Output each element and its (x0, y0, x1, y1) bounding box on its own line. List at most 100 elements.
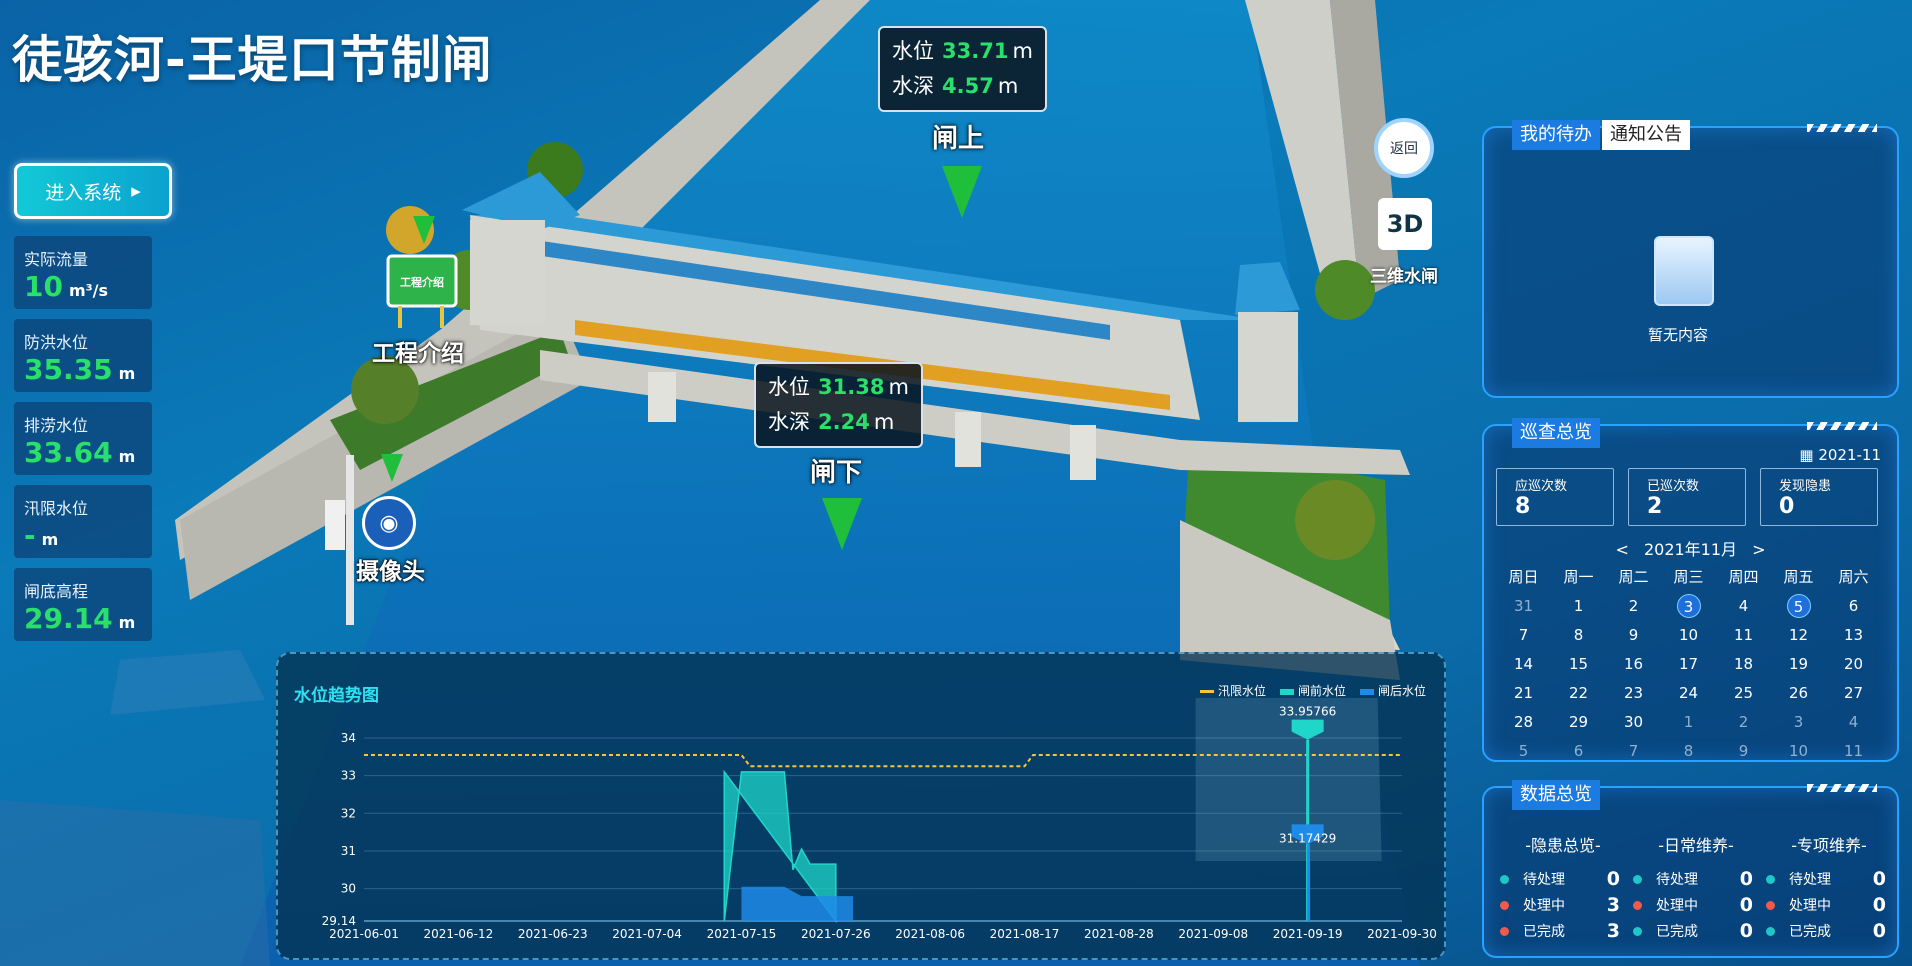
row-count: 3 (1606, 920, 1620, 942)
day-number: 5 (1786, 593, 1811, 618)
calendar-day[interactable]: 3 (1771, 707, 1826, 736)
overview-row[interactable]: 已完成 3 (1500, 918, 1626, 944)
calendar-day[interactable]: 5 (1771, 591, 1826, 620)
stat-actual-flow: 实际流量 10 m³/s (14, 236, 152, 309)
calendar-day[interactable]: 10 (1661, 620, 1716, 649)
calendar-day[interactable]: 8 (1661, 736, 1716, 765)
row-label: 已完成 (1523, 924, 1565, 940)
enter-system-button[interactable]: 进入系统 ▸ (14, 163, 172, 219)
overview-row[interactable]: 待处理 0 (1766, 866, 1892, 892)
day-number: 9 (1628, 625, 1639, 644)
return-button[interactable]: 返回 (1374, 118, 1434, 178)
calendar-day[interactable]: 3 (1661, 591, 1716, 620)
calendar-day[interactable]: 29 (1551, 707, 1606, 736)
calendar-day[interactable]: 6 (1551, 736, 1606, 765)
intro-marker-icon[interactable] (413, 216, 435, 244)
camera-icon[interactable]: ◉ (362, 496, 416, 550)
calendar-day[interactable]: 19 (1771, 649, 1826, 678)
calendar-day[interactable]: 9 (1716, 736, 1771, 765)
overview-row[interactable]: 已完成 0 (1633, 918, 1759, 944)
water-trend-panel: 水位趋势图 汛限水位 闸前水位 闸后水位 34 33 32 31 30 29.14 2021… (276, 652, 1446, 960)
overview-row[interactable]: 待处理 0 (1500, 866, 1626, 892)
calendar-day[interactable]: 27 (1826, 678, 1881, 707)
calendar-day[interactable]: 16 (1606, 649, 1661, 678)
day-number: 15 (1568, 654, 1589, 673)
x-tick-label: 2021-06-12 (423, 927, 493, 941)
month-picker[interactable]: ▦ 2021-11 (1799, 446, 1881, 464)
calendar-day[interactable]: 2 (1606, 591, 1661, 620)
calendar-day[interactable]: 28 (1496, 707, 1551, 736)
calendar-day[interactable]: 7 (1496, 620, 1551, 649)
gate-up-label: 闸上 (932, 124, 985, 154)
overview-row[interactable]: 处理中 0 (1766, 892, 1892, 918)
calendar-day[interactable]: 20 (1826, 649, 1881, 678)
calendar-day[interactable]: 21 (1496, 678, 1551, 707)
day-number: 6 (1573, 741, 1584, 760)
day-number: 31 (1513, 596, 1534, 615)
weekday-row: 周日 周一 周二 周三 周四 周五 周六 (1496, 562, 1881, 591)
stat-unit: m (118, 447, 136, 466)
calendar-day[interactable]: 12 (1771, 620, 1826, 649)
tab-notices[interactable]: 通知公告 (1602, 120, 1690, 150)
calendar-day[interactable]: 14 (1496, 649, 1551, 678)
calendar-day[interactable]: 6 (1826, 591, 1881, 620)
row-count: 0 (1739, 894, 1753, 916)
gate-up-marker-icon[interactable] (942, 166, 982, 218)
camera-marker-icon[interactable] (381, 454, 403, 482)
day-number: 11 (1843, 741, 1864, 760)
calendar-day[interactable]: 24 (1661, 678, 1716, 707)
calendar-day[interactable]: 1 (1661, 707, 1716, 736)
group-title: -日常维养- (1658, 836, 1734, 855)
three-d-icon[interactable]: 3D (1378, 198, 1432, 250)
three-d-label[interactable]: 三维水闸 (1370, 262, 1438, 287)
day-number: 4 (1848, 712, 1859, 731)
group-title: -专项维养- (1791, 836, 1867, 855)
calendar-day[interactable]: 11 (1716, 620, 1771, 649)
calendar-day[interactable]: 11 (1826, 736, 1881, 765)
calendar-day[interactable]: 7 (1606, 736, 1661, 765)
calendar-day[interactable]: 9 (1606, 620, 1661, 649)
gate-down-marker-icon[interactable] (822, 498, 862, 550)
calendar-day[interactable]: 4 (1826, 707, 1881, 736)
tab-data-overview[interactable]: 数据总览 (1512, 780, 1600, 810)
calendar-day[interactable]: 18 (1716, 649, 1771, 678)
tab-my-todo[interactable]: 我的待办 (1512, 120, 1600, 150)
calendar-day[interactable]: 25 (1716, 678, 1771, 707)
calendar-day[interactable]: 15 (1551, 649, 1606, 678)
calendar-day[interactable]: 23 (1606, 678, 1661, 707)
calendar-week: 21 22 23 24 25 26 27 (1496, 678, 1881, 707)
status-dot (1766, 900, 1775, 910)
prev-month-button[interactable]: < (1615, 540, 1628, 559)
day-number: 24 (1678, 683, 1699, 702)
intro-label[interactable]: 工程介绍 (372, 334, 464, 368)
gate-down-label: 闸下 (810, 458, 863, 488)
x-tick-label: 2021-08-28 (1084, 927, 1154, 941)
calendar-day[interactable]: 8 (1551, 620, 1606, 649)
calendar-day[interactable]: 4 (1716, 591, 1771, 620)
overview-row[interactable]: 处理中 3 (1500, 892, 1626, 918)
camera-label[interactable]: 摄像头 (356, 552, 425, 586)
weekday-label: 周六 (1838, 568, 1869, 586)
next-month-button[interactable]: > (1752, 540, 1765, 559)
calendar-day[interactable]: 13 (1826, 620, 1881, 649)
day-number: 1 (1573, 596, 1584, 615)
overview-row[interactable]: 已完成 0 (1766, 918, 1892, 944)
overview-row[interactable]: 处理中 0 (1633, 892, 1759, 918)
tab-patrol[interactable]: 巡查总览 (1512, 418, 1600, 448)
calendar-day[interactable]: 1 (1551, 591, 1606, 620)
stat-limit-level: 汛限水位 -m (14, 485, 152, 558)
row-count: 0 (1739, 868, 1753, 890)
calendar-day[interactable]: 5 (1496, 736, 1551, 765)
calendar-day[interactable]: 30 (1606, 707, 1661, 736)
water-depth-value: 2.24 (818, 410, 870, 434)
stat-value: - (24, 519, 36, 552)
overview-row[interactable]: 待处理 0 (1633, 866, 1759, 892)
calendar-day[interactable]: 31 (1496, 591, 1551, 620)
patrol-box-hazard: 发现隐患 0 (1760, 468, 1878, 526)
calendar-day[interactable]: 22 (1551, 678, 1606, 707)
calendar-day[interactable]: 26 (1771, 678, 1826, 707)
calendar-day[interactable]: 10 (1771, 736, 1826, 765)
day-number: 20 (1843, 654, 1864, 673)
calendar-day[interactable]: 17 (1661, 649, 1716, 678)
calendar-day[interactable]: 2 (1716, 707, 1771, 736)
